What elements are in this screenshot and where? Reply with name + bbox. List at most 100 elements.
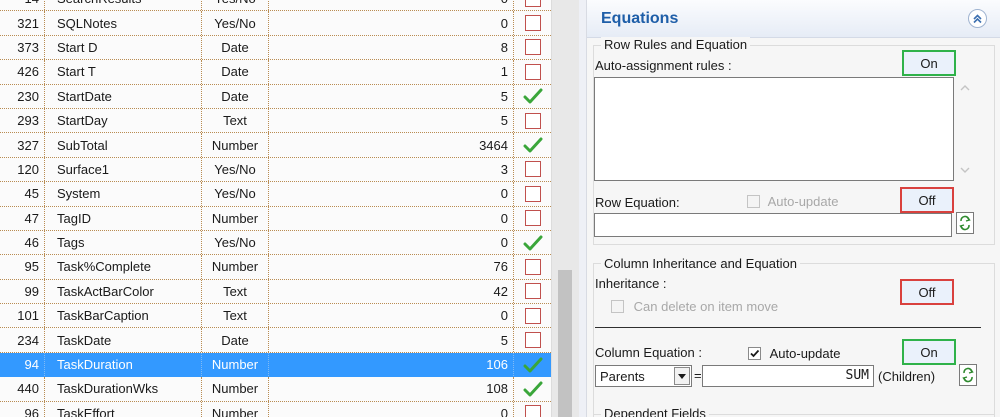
unchecked-box[interactable] <box>524 307 541 324</box>
table-row[interactable]: 426 Start T Date 1 <box>0 60 551 85</box>
row-type-cell[interactable]: Text <box>202 108 269 133</box>
row-type-cell[interactable]: Date <box>202 60 269 84</box>
row-name-cell[interactable]: TaskEffort <box>45 401 202 417</box>
row-type-cell[interactable]: Yes/No <box>202 182 269 206</box>
row-check-cell[interactable] <box>514 36 551 59</box>
table-row[interactable]: 94 TaskDuration Number 106 <box>0 352 551 378</box>
row-check-cell[interactable] <box>514 60 551 83</box>
inheritance-toggle[interactable]: Off <box>900 279 954 305</box>
row-check-cell[interactable] <box>514 353 551 376</box>
row-type-cell[interactable]: Yes/No <box>202 0 269 11</box>
row-check-cell[interactable] <box>514 0 551 10</box>
table-row[interactable]: 230 StartDate Date 5 <box>0 84 551 109</box>
row-name-cell[interactable]: Tags <box>45 230 202 255</box>
row-check-cell[interactable] <box>514 231 551 254</box>
table-row[interactable]: 321 SQLNotes Yes/No 0 <box>0 11 551 36</box>
row-name-cell[interactable]: TaskDurationWks <box>45 377 202 401</box>
table-row[interactable]: 120 Surface1 Yes/No 3 <box>0 157 551 183</box>
table-row[interactable]: 95 Task%Complete Number 76 <box>0 255 551 280</box>
row-type-cell[interactable]: Text <box>202 279 269 304</box>
column-equation-toggle[interactable]: On <box>902 339 956 365</box>
table-row[interactable]: 327 SubTotal Number 3464 <box>0 133 551 158</box>
row-name-cell[interactable]: TaskActBarColor <box>45 279 202 304</box>
auto-assignment-rules-textarea[interactable] <box>594 77 954 181</box>
row-check-cell[interactable] <box>514 402 551 417</box>
unchecked-box[interactable] <box>524 15 541 32</box>
row-check-cell[interactable] <box>514 304 551 327</box>
row-type-cell[interactable]: Yes/No <box>202 230 269 255</box>
unchecked-box[interactable] <box>524 283 541 300</box>
row-check-cell[interactable] <box>514 207 551 230</box>
row-type-cell[interactable]: Yes/No <box>202 11 269 35</box>
row-name-cell[interactable]: TaskBarCaption <box>45 304 202 328</box>
row-equation-refresh-button[interactable] <box>956 212 974 234</box>
table-row[interactable]: 373 Start D Date 8 <box>0 35 551 61</box>
row-type-cell[interactable]: Number <box>202 255 269 279</box>
rules-scrollbar[interactable] <box>955 77 975 181</box>
grid-scroll-thumb[interactable] <box>558 270 572 417</box>
row-name-cell[interactable]: StartDate <box>45 84 202 108</box>
unchecked-box[interactable] <box>524 185 541 202</box>
row-name-cell[interactable]: Start D <box>45 35 202 60</box>
column-auto-update-box[interactable] <box>748 347 761 361</box>
auto-assignment-toggle[interactable]: On <box>902 50 956 76</box>
row-check-cell[interactable] <box>514 377 551 400</box>
unchecked-box[interactable] <box>524 405 541 417</box>
row-check-cell[interactable] <box>514 85 551 108</box>
row-name-cell[interactable]: Task%Complete <box>45 255 202 279</box>
row-type-cell[interactable]: Number <box>202 206 269 230</box>
row-type-cell[interactable]: Yes/No <box>202 157 269 182</box>
row-check-cell[interactable] <box>514 158 551 181</box>
row-check-cell[interactable] <box>514 182 551 205</box>
row-type-cell[interactable]: Date <box>202 328 269 352</box>
row-type-cell[interactable]: Number <box>202 401 269 417</box>
row-name-cell[interactable]: TagID <box>45 206 202 230</box>
row-check-cell[interactable] <box>514 133 551 156</box>
unchecked-box[interactable] <box>524 258 541 275</box>
row-type-cell[interactable]: Text <box>202 304 269 328</box>
row-type-cell[interactable]: Number <box>202 377 269 401</box>
row-check-cell[interactable] <box>514 255 551 278</box>
source-select[interactable]: Parents <box>595 365 692 387</box>
scroll-up-icon[interactable] <box>955 81 975 95</box>
unchecked-box[interactable] <box>524 210 541 227</box>
row-check-cell[interactable] <box>514 109 551 132</box>
table-row[interactable]: 45 System Yes/No 0 <box>0 182 551 207</box>
row-check-cell[interactable] <box>514 11 551 34</box>
row-name-cell[interactable]: TaskDate <box>45 328 202 352</box>
row-name-cell[interactable]: Surface1 <box>45 157 202 182</box>
table-row[interactable]: 47 TagID Number 0 <box>0 206 551 231</box>
table-row[interactable]: 293 StartDay Text 5 <box>0 108 551 134</box>
row-name-cell[interactable]: StartDay <box>45 108 202 133</box>
table-row[interactable]: 14SearchResultsYes/No0 <box>0 0 551 12</box>
table-row[interactable]: 46 Tags Yes/No 0 <box>0 230 551 256</box>
table-row[interactable]: 234 TaskDate Date 5 <box>0 328 551 353</box>
column-equation-input[interactable]: SUM <box>702 365 874 387</box>
column-equation-refresh-button[interactable] <box>959 364 977 386</box>
row-type-cell[interactable]: Number <box>202 352 269 377</box>
unchecked-box[interactable] <box>524 332 541 349</box>
row-check-cell[interactable] <box>514 328 551 351</box>
unchecked-box[interactable] <box>524 161 541 178</box>
table-row[interactable]: 440 TaskDurationWks Number 108 <box>0 377 551 402</box>
unchecked-box[interactable] <box>524 39 541 56</box>
row-name-cell[interactable]: TaskDuration <box>45 352 202 377</box>
unchecked-box[interactable] <box>524 63 541 80</box>
row-type-cell[interactable]: Number <box>202 133 269 157</box>
row-check-cell[interactable] <box>514 280 551 303</box>
row-name-cell[interactable]: SQLNotes <box>45 11 202 35</box>
unchecked-box[interactable] <box>524 112 541 129</box>
row-name-cell[interactable]: SubTotal <box>45 133 202 157</box>
table-row[interactable]: 101 TaskBarCaption Text 0 <box>0 304 551 329</box>
row-name-cell[interactable]: Start T <box>45 60 202 84</box>
row-equation-toggle[interactable]: Off <box>900 187 954 213</box>
row-type-cell[interactable]: Date <box>202 35 269 60</box>
table-row[interactable]: 96 TaskEffort Number 0 <box>0 401 551 417</box>
row-type-cell[interactable]: Date <box>202 84 269 108</box>
unchecked-box[interactable] <box>524 0 541 7</box>
table-row[interactable]: 99 TaskActBarColor Text 42 <box>0 279 551 305</box>
row-name-cell[interactable]: SearchResults <box>45 0 202 11</box>
scroll-down-icon[interactable] <box>955 163 975 177</box>
source-select-dropdown[interactable] <box>674 367 690 385</box>
column-auto-update-checkbox[interactable]: Auto-update <box>748 345 840 361</box>
